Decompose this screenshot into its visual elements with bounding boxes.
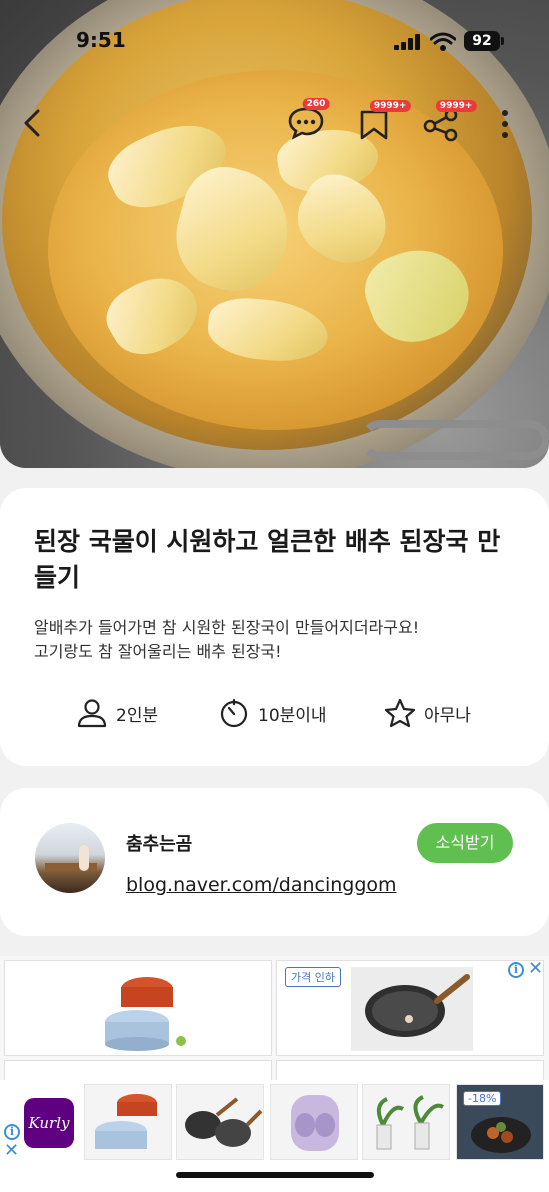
recipe-title: 된장 국물이 시원하고 얼큰한 배추 된장국 만들기 xyxy=(34,527,501,592)
author-avatar[interactable] xyxy=(35,823,105,893)
ad-product-cookware[interactable] xyxy=(4,960,272,1056)
time-info: 10분이내 xyxy=(218,696,327,730)
bookmark-count-badge: 9999+ xyxy=(369,100,411,112)
cookware-image xyxy=(105,977,186,1051)
price-drop-label: 가격 인하 xyxy=(285,967,341,987)
recipe-description: 알배추가 들어가면 참 시원한 된장국이 만들어지더라구요! 고기랑도 참 잘어… xyxy=(34,616,514,664)
comment-icon xyxy=(288,107,324,140)
comment-button[interactable]: 260 xyxy=(286,98,330,146)
ad-thumb-plants[interactable] xyxy=(362,1084,450,1160)
servings-info: 2인분 xyxy=(76,696,158,730)
subscribe-button[interactable]: 소식받기 xyxy=(417,823,513,863)
share-button[interactable]: 9999+ xyxy=(422,100,477,148)
author-name[interactable]: 춤추는곰 xyxy=(126,830,192,856)
ad-product-partial[interactable] xyxy=(276,1060,544,1082)
wifi-icon xyxy=(430,32,456,51)
ad-thumb-earbuds[interactable] xyxy=(270,1084,358,1160)
comment-count-badge: 260 xyxy=(302,98,330,110)
ad-product-frying-pan[interactable]: 가격 인하 xyxy=(276,960,544,1056)
back-icon[interactable] xyxy=(20,108,44,138)
bookmark-button[interactable]: 9999+ xyxy=(356,100,411,148)
cellular-signal-icon xyxy=(394,34,422,50)
person-icon xyxy=(77,699,107,728)
share-count-badge: 9999+ xyxy=(435,100,477,112)
recipe-description-line: 알배추가 들어가면 참 시원한 된장국이 만들어지더라구요! xyxy=(34,618,420,637)
status-bar: 9:51 92 xyxy=(0,24,549,58)
servings-text: 2인분 xyxy=(116,705,159,726)
recipe-hero-image xyxy=(0,0,549,468)
ad-info-icon[interactable]: i xyxy=(508,962,524,978)
share-icon xyxy=(423,108,458,142)
home-indicator[interactable] xyxy=(176,1172,374,1178)
ad-close-icon[interactable]: ✕ xyxy=(4,1140,19,1161)
author-blog-link[interactable]: blog.naver.com/dancinggom xyxy=(126,874,397,896)
more-options-icon[interactable] xyxy=(498,108,512,140)
battery-indicator: 92 xyxy=(464,31,504,51)
ad-thumb-cookware[interactable] xyxy=(84,1084,172,1160)
recipe-description-line: 고기랑도 참 잘어울리는 배추 된장국! xyxy=(34,642,282,661)
difficulty-text: 아무나 xyxy=(424,705,471,726)
ad-thumb-frying-pan[interactable] xyxy=(176,1084,264,1160)
time-text: 10분이내 xyxy=(258,705,327,726)
timer-icon xyxy=(220,698,248,728)
recipe-info-card: 된장 국물이 시원하고 얼큰한 배추 된장국 만들기 알배추가 들어가면 참 시… xyxy=(0,488,549,766)
discount-badge: -18% xyxy=(463,1091,502,1106)
pot-handle xyxy=(360,420,549,460)
ad-thumb-food[interactable]: -18% xyxy=(456,1084,544,1160)
frying-pan-image xyxy=(351,967,473,1051)
star-icon xyxy=(384,698,416,728)
ad-close-icon[interactable]: ✕ xyxy=(528,958,543,979)
difficulty-info: 아무나 xyxy=(384,696,471,730)
ad-info-icon[interactable]: i xyxy=(4,1124,20,1140)
status-time: 9:51 xyxy=(76,28,126,52)
author-card: 춤추는곰 blog.naver.com/dancinggom 소식받기 xyxy=(0,788,549,936)
kurly-logo[interactable]: Kurly xyxy=(24,1098,74,1148)
ad-product-partial[interactable] xyxy=(4,1060,272,1082)
bookmark-icon xyxy=(360,110,388,140)
